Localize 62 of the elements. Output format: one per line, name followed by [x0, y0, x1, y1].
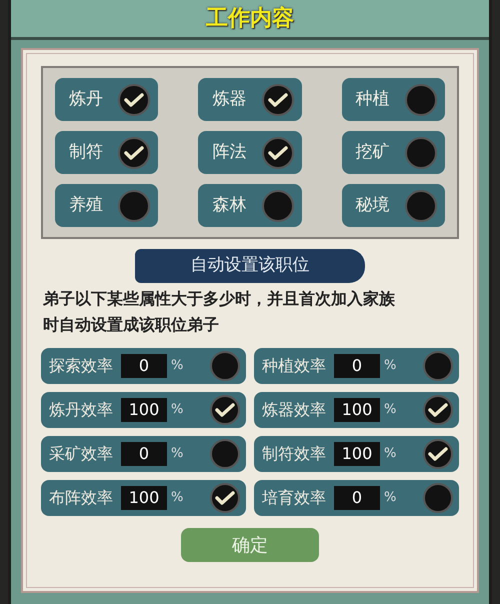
unchecked-checkbox[interactable] — [405, 190, 437, 222]
percent-unit: % — [384, 401, 396, 420]
check-icon — [124, 92, 144, 108]
attribute-label: 种植效率 — [262, 355, 326, 377]
attribute-label: 炼器效率 — [262, 399, 326, 421]
attribute-label: 布阵效率 — [49, 487, 113, 509]
job-toggle[interactable]: 森林 — [198, 184, 302, 227]
check-icon — [428, 446, 448, 462]
job-toggle[interactable]: 炼器 — [198, 78, 302, 121]
job-toggle[interactable]: 炼丹 — [55, 78, 158, 121]
checked-checkbox[interactable] — [118, 84, 150, 116]
window-title: 工作内容 — [206, 4, 294, 33]
value-field[interactable]: 0 — [121, 354, 167, 378]
check-icon — [215, 490, 235, 506]
value-field[interactable]: 0 — [334, 354, 380, 378]
percent-unit: % — [384, 357, 396, 376]
unchecked-checkbox[interactable] — [423, 351, 453, 381]
checked-checkbox[interactable] — [118, 136, 150, 168]
check-icon — [268, 92, 288, 108]
unchecked-checkbox[interactable] — [262, 190, 294, 222]
confirm-button[interactable]: 确定 — [181, 528, 319, 562]
unchecked-checkbox[interactable] — [210, 351, 240, 381]
job-toggle[interactable]: 阵法 — [198, 131, 302, 174]
value-field[interactable]: 0 — [121, 442, 167, 466]
percent-unit: % — [384, 445, 396, 464]
unchecked-checkbox[interactable] — [118, 190, 150, 222]
value-field[interactable]: 100 — [334, 398, 380, 422]
check-icon — [428, 402, 448, 418]
checked-checkbox[interactable] — [423, 395, 453, 425]
unchecked-checkbox[interactable] — [423, 483, 453, 513]
job-toggle[interactable]: 种植 — [342, 78, 445, 121]
job-toggle[interactable]: 制符 — [55, 131, 158, 174]
checked-checkbox[interactable] — [262, 84, 294, 116]
unchecked-checkbox[interactable] — [405, 136, 437, 168]
section-banner: 自动设置该职位 — [135, 249, 365, 283]
value-field[interactable]: 100 — [334, 442, 380, 466]
job-toggle[interactable]: 挖矿 — [342, 131, 445, 174]
check-icon — [124, 144, 144, 160]
percent-unit: % — [171, 357, 184, 376]
unchecked-checkbox[interactable] — [210, 439, 240, 469]
checked-checkbox[interactable] — [262, 136, 294, 168]
checked-checkbox[interactable] — [423, 439, 453, 469]
percent-unit: % — [171, 489, 184, 508]
attribute-label: 探索效率 — [49, 355, 113, 377]
unchecked-checkbox[interactable] — [405, 84, 437, 116]
attribute-label: 制符效率 — [262, 443, 326, 465]
attribute-label: 炼丹效率 — [49, 399, 113, 421]
attribute-label: 培育效率 — [262, 487, 326, 509]
checked-checkbox[interactable] — [210, 483, 240, 513]
percent-unit: % — [171, 401, 184, 420]
description-text: 弟子以下某些属性大于多少时，并且首次加入家族时自动设置成该职位弟子 — [42, 288, 396, 336]
job-toggle[interactable]: 养殖 — [55, 184, 158, 227]
percent-unit: % — [384, 489, 396, 508]
attribute-label: 采矿效率 — [49, 443, 113, 465]
check-icon — [268, 144, 288, 160]
checked-checkbox[interactable] — [210, 395, 240, 425]
value-field[interactable]: 100 — [121, 486, 167, 510]
value-field[interactable]: 0 — [334, 486, 380, 510]
value-field[interactable]: 100 — [121, 398, 167, 422]
check-icon — [215, 402, 235, 418]
job-toggle[interactable]: 秘境 — [342, 184, 445, 227]
percent-unit: % — [171, 445, 184, 464]
